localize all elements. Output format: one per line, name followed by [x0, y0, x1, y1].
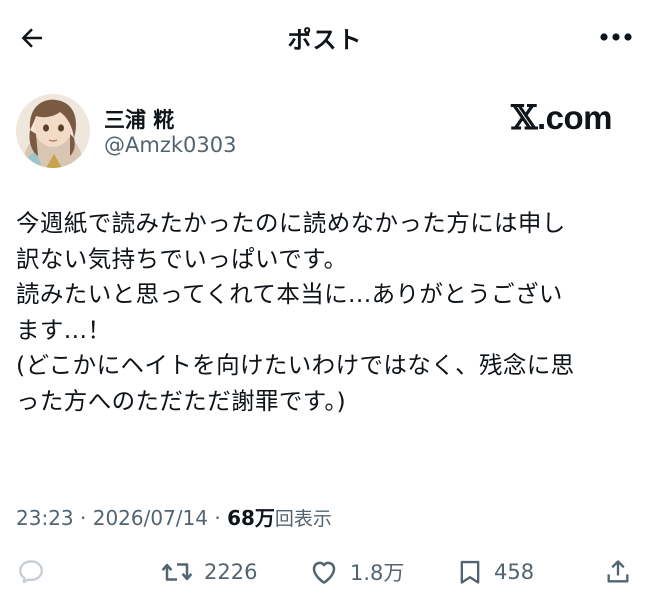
- bookmark-count: 458: [494, 560, 535, 584]
- page-title: ポスト: [287, 26, 363, 54]
- author-handle[interactable]: @Amzk0303: [104, 133, 236, 157]
- reply-button[interactable]: [16, 552, 46, 592]
- like-button[interactable]: 1.8万: [308, 552, 404, 592]
- post-text-line: 訳ない気持ちでいっぱいです。: [16, 244, 348, 273]
- meta-separator: ·: [80, 506, 87, 530]
- post-detail-page: ポスト 三浦 糀 @Amzk0303 𝕏.com 今週紙で読みたかったのに読めな…: [0, 0, 650, 599]
- post-text-line: 読みたいと思ってくれて本当に...ありがとうござい: [16, 280, 563, 308]
- like-icon: [312, 561, 336, 584]
- post-text-line: ます...！: [16, 315, 112, 344]
- author-display-name[interactable]: 三浦 糀: [104, 104, 174, 134]
- more-icon: [600, 33, 632, 41]
- bookmark-icon: [460, 560, 480, 584]
- top-bar: ポスト: [0, 0, 650, 72]
- post-meta: 23:23 · 2026/07/14 · 68万回表示: [16, 502, 332, 531]
- x-com-logo: 𝕏.com: [511, 98, 612, 138]
- repost-count: 2226: [204, 560, 258, 584]
- avatar[interactable]: [16, 94, 90, 168]
- post-date[interactable]: 2026/07/14: [93, 506, 208, 530]
- logo-domain-text: .com: [536, 99, 613, 136]
- post-text-line: った方へのただただ謝罪です。): [16, 386, 347, 415]
- view-count-label: 回表示: [274, 508, 332, 530]
- bookmark-button[interactable]: 458: [456, 552, 534, 592]
- meta-separator: ·: [214, 506, 221, 530]
- share-button[interactable]: [604, 552, 632, 592]
- post-time[interactable]: 23:23: [16, 506, 74, 530]
- post-text-line: 今週紙で読みたかったのに読めなかった方には申し: [16, 209, 566, 237]
- share-icon: [607, 560, 629, 583]
- repost-button[interactable]: 2226: [160, 552, 257, 592]
- action-bar: 2226 1.8万 458: [0, 552, 650, 592]
- reply-icon: [19, 560, 43, 584]
- like-count: 1.8万: [350, 561, 405, 585]
- post-text-line: (どこかにヘイトを向けたいわけではなく、残念に思: [16, 351, 575, 379]
- x-logo-icon: 𝕏: [511, 98, 537, 138]
- view-count[interactable]: 68万: [227, 506, 275, 530]
- more-button[interactable]: [596, 22, 636, 52]
- post-text: 今週紙で読みたかったのに読めなかった方には申し 訳ない気持ちでいっぱいです。 読…: [16, 206, 641, 419]
- repost-icon: [161, 563, 193, 581]
